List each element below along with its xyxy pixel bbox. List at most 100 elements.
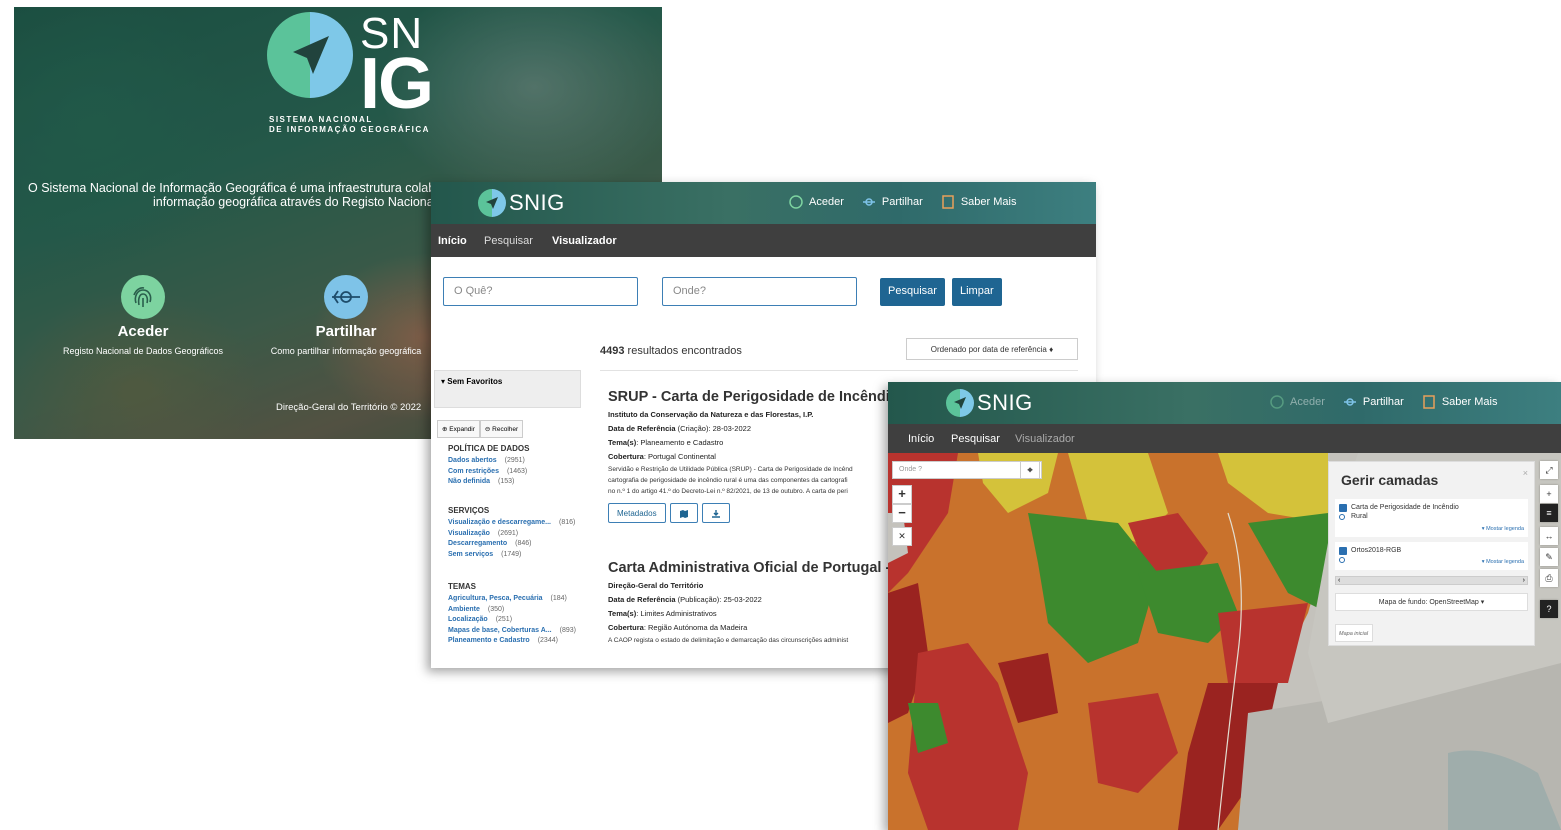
- layer-settings-icon[interactable]: [1339, 557, 1345, 563]
- where-input[interactable]: Onde?: [662, 277, 857, 306]
- nav-pesquisar[interactable]: Pesquisar: [484, 235, 533, 247]
- sort-select[interactable]: Ordenado por data de referência ♦: [906, 338, 1078, 360]
- layer-name-line: Carta de Perigosidade de Incêndio: [1351, 504, 1459, 511]
- facet-item[interactable]: Ambiente (350): [448, 605, 576, 616]
- collapse-button[interactable]: ⊖ Recolher: [479, 420, 524, 438]
- date-label: Data de Referência: [608, 424, 676, 433]
- nav-pesquisar[interactable]: Pesquisar: [951, 433, 1000, 445]
- facet-heading: TEMAS: [448, 582, 476, 591]
- facet-item-count: (2691): [497, 529, 519, 537]
- facet-item[interactable]: Dados abertos (2951): [448, 456, 529, 467]
- viewer-brand-logo[interactable]: SNIG: [946, 389, 1033, 417]
- facet-item-count: (2344): [537, 637, 558, 644]
- facet-heading: SERVIÇOS: [448, 506, 490, 515]
- nav-inicio[interactable]: Início: [908, 433, 934, 445]
- brand-text: SNIG: [977, 390, 1033, 415]
- header-link-saber-mais[interactable]: Saber Mais: [1422, 395, 1498, 409]
- facet-item[interactable]: Não definida (153): [448, 477, 529, 488]
- layer-checkbox[interactable]: [1339, 504, 1347, 512]
- map-view-button[interactable]: [669, 503, 698, 523]
- chevron-right-icon[interactable]: ›: [1523, 577, 1525, 584]
- download-button[interactable]: [701, 503, 730, 523]
- snig-logo-icon: [946, 389, 974, 417]
- initial-map-button[interactable]: Mapa inicial: [1335, 624, 1373, 642]
- layer-settings-icon[interactable]: [1339, 514, 1345, 520]
- date-label: Data de Referência: [608, 595, 676, 604]
- map-viewer-page: SNIG Aceder Partilhar Saber Mais Início: [888, 382, 1561, 830]
- measure-icon[interactable]: ⤢: [1540, 461, 1558, 479]
- show-legend-link[interactable]: ▾ Mostar legenda: [1482, 559, 1524, 565]
- nav-inicio[interactable]: Início: [438, 235, 467, 247]
- header-link-aceder[interactable]: Aceder: [1270, 395, 1325, 409]
- facet-item[interactable]: Com restrições (1463): [448, 467, 529, 478]
- header-link-partilhar-label: Partilhar: [881, 196, 923, 208]
- fullscreen-icon[interactable]: ✕: [892, 527, 912, 546]
- facet-item[interactable]: Visualização (2691): [448, 529, 575, 540]
- add-layer-icon[interactable]: +: [1540, 485, 1558, 503]
- zoom-in-button[interactable]: +: [892, 485, 912, 504]
- facet-item-label: Com restrições: [448, 467, 499, 475]
- coverage-label: Cobertura: [608, 623, 644, 632]
- facet-item[interactable]: Localização (251): [448, 615, 576, 626]
- header-link-partilhar[interactable]: Partilhar: [1343, 395, 1404, 409]
- map-icon: [679, 510, 688, 518]
- print-icon[interactable]: ⎙: [1540, 569, 1558, 587]
- header-link-aceder-label: Aceder: [809, 196, 844, 208]
- what-input[interactable]: O Quê?: [443, 277, 638, 306]
- facet-item-count: (350): [487, 605, 505, 613]
- expand-button[interactable]: ⊕ Expandir: [437, 420, 480, 438]
- clear-button[interactable]: Limpar: [952, 278, 1002, 306]
- layer-item[interactable]: Carta de Perigosidade de Incêndio Rural …: [1335, 499, 1528, 537]
- viewer-header: SNIG Aceder Partilhar Saber Mais: [888, 382, 1561, 424]
- nav-visualizador[interactable]: Visualizador: [552, 235, 617, 247]
- facet-item-label: Visualização e descarregame...: [448, 519, 551, 526]
- ruler-icon[interactable]: ↔: [1540, 527, 1558, 545]
- share-icon: [324, 275, 368, 319]
- layers-icon[interactable]: ≡: [1540, 504, 1558, 522]
- results-suffix: resultados encontrados: [624, 345, 742, 357]
- locate-icon[interactable]: ⌖: [1020, 461, 1040, 479]
- logo-text-ig: IG: [360, 44, 434, 124]
- search-brand-logo[interactable]: SNIG: [478, 189, 565, 217]
- facet-item[interactable]: Planeamento e Cadastro (2344): [448, 636, 576, 647]
- aceder-card[interactable]: Aceder Registo Nacional de Dados Geográf…: [58, 275, 228, 356]
- coverage-value: : Portugal Continental: [643, 452, 716, 461]
- facet-item[interactable]: Visualização e descarregame... (816): [448, 518, 575, 529]
- draw-icon[interactable]: ✎: [1540, 548, 1558, 566]
- help-icon[interactable]: ?: [1540, 600, 1558, 618]
- partilhar-card[interactable]: Partilhar Como partilhar informação geog…: [266, 275, 426, 356]
- nav-visualizador[interactable]: Visualizador: [1015, 433, 1075, 445]
- download-icon: [711, 510, 720, 518]
- facet-item-count: (893): [559, 626, 576, 634]
- facet-item-label: Mapas de base, Coberturas A...: [448, 626, 552, 634]
- header-link-saber-mais[interactable]: Saber Mais: [941, 195, 1016, 209]
- facet-item[interactable]: Descarregamento (846): [448, 539, 575, 550]
- facet-item-label: Visualização: [448, 529, 490, 537]
- header-link-saber-mais-label: Saber Mais: [1441, 396, 1498, 408]
- logo-subtitle-line2: DE INFORMAÇÃO GEOGRÁFICA: [269, 125, 430, 134]
- layers-scrollbar[interactable]: ‹ ›: [1335, 576, 1528, 585]
- show-legend-link[interactable]: ▾ Mostar legenda: [1482, 526, 1524, 532]
- header-link-aceder[interactable]: Aceder: [789, 195, 844, 209]
- facet-item-count: (1463): [506, 467, 528, 475]
- favorites-panel[interactable]: ▾ Sem Favoritos: [434, 370, 581, 408]
- layer-checkbox[interactable]: [1339, 547, 1347, 555]
- header-link-partilhar[interactable]: Partilhar: [862, 195, 923, 209]
- zoom-out-button[interactable]: −: [892, 504, 912, 523]
- basemap-select[interactable]: Mapa de fundo: OpenStreetMap ▾: [1335, 593, 1528, 611]
- facet-item-count: (184): [550, 595, 567, 602]
- layer-item[interactable]: Ortos2018-RGB ▾ Mostar legenda: [1335, 542, 1528, 570]
- facet-item-count: (816): [559, 519, 576, 526]
- metadata-button[interactable]: Metadados: [608, 503, 666, 523]
- facet-item[interactable]: Sem serviços (1749): [448, 550, 575, 561]
- facet-item[interactable]: Mapas de base, Coberturas A... (893): [448, 626, 576, 637]
- facet-item-label: Não definida: [448, 478, 491, 485]
- facet-item-count: (846): [515, 540, 532, 547]
- facet-item[interactable]: Agricultura, Pesca, Pecuária (184): [448, 594, 576, 605]
- facet-item-label: Planeamento e Cadastro: [448, 637, 530, 644]
- facet-item-label: Descarregamento: [448, 540, 508, 547]
- chevron-left-icon[interactable]: ‹: [1338, 577, 1340, 584]
- fingerprint-icon: [121, 275, 165, 319]
- close-icon[interactable]: ×: [1523, 468, 1528, 478]
- search-button[interactable]: Pesquisar: [880, 278, 945, 306]
